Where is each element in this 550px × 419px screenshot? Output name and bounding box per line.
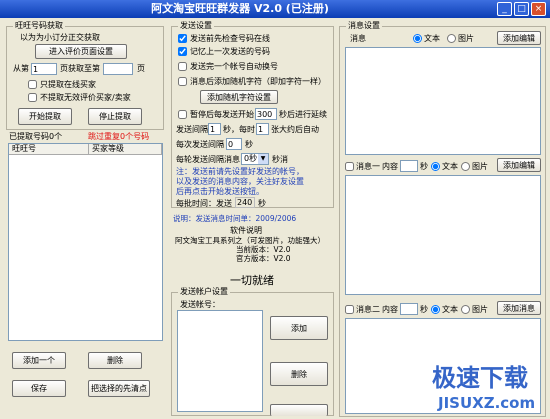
message2-unit: 秒	[420, 305, 428, 314]
round-wait-suffix: 秒消	[272, 155, 288, 164]
message2-image-label: 图片	[472, 305, 488, 314]
from-page-label: 从第	[13, 64, 29, 73]
send-note-line-3: 后再点击开始发送按钮。	[176, 187, 264, 196]
skipped-count-label: 跳过重复0个号码	[88, 132, 150, 141]
grabbed-count-label: 已提取号码0个	[9, 132, 63, 141]
skip-invalid-label: 不提取无效评价买家/卖家	[40, 93, 131, 102]
account-group-title: 发送帐户设置	[178, 286, 230, 297]
message1-checkbox[interactable]	[345, 162, 354, 171]
message2-delay-label: 内容	[382, 305, 398, 314]
clear-selected-button[interactable]: 把选择的先清点	[88, 380, 150, 397]
skip-invalid-checkbox[interactable]	[28, 93, 37, 102]
status-text: 一切就绪	[230, 274, 274, 287]
message1-image-label: 图片	[472, 162, 488, 171]
add-account-button[interactable]: 添加	[270, 316, 328, 340]
auto-switch-label: 发送完一个帐号自动换号	[190, 62, 278, 71]
message2-add-button[interactable]: 添加消息	[497, 301, 541, 315]
number-list[interactable]: 旺旺号 买家等级	[8, 143, 163, 341]
remember-last-label: 记忆上一次发送的号码	[190, 47, 270, 56]
page-suffix: 页	[137, 64, 145, 73]
to-page-label: 页获取至第	[60, 64, 100, 73]
interval-mid: 秒，每时	[223, 125, 255, 134]
delete-account-button[interactable]: 删除	[270, 362, 328, 386]
window-title: 阿文淘宝旺旺群发器 V2.0 (已注册)	[151, 2, 329, 15]
official-version: 官方版本：V2.0	[236, 254, 291, 263]
from-page-input[interactable]	[31, 63, 57, 75]
check-online-label: 发送前先检查号码在线	[190, 34, 270, 43]
send-settings-title: 发送设置	[178, 20, 214, 31]
to-page-input[interactable]	[103, 63, 133, 75]
column-header-level[interactable]: 买家等级	[89, 144, 162, 155]
message1-label: 消息一	[356, 162, 380, 171]
title-bar[interactable]: 阿文淘宝旺旺群发器 V2.0 (已注册) _ □ ×	[0, 0, 550, 18]
each-interval-label: 每次发送间隔	[176, 140, 224, 149]
only-online-label: 只提取在线买家	[40, 80, 96, 89]
message1-edit-button[interactable]: 添加编辑	[497, 158, 541, 172]
message2-checkbox[interactable]	[345, 305, 354, 314]
message2-delay-input[interactable]	[400, 303, 418, 315]
pause-checkbox[interactable]	[178, 110, 187, 119]
interval-input-2[interactable]	[256, 123, 269, 135]
minimize-button[interactable]: _	[497, 2, 512, 16]
watermark-logo-cn: 极速下载	[432, 364, 528, 392]
message1-text-radio[interactable]	[431, 162, 440, 171]
round-wait-select[interactable]: 0秒 ▼	[241, 153, 269, 165]
message1-unit: 秒	[420, 162, 428, 171]
message-group-title: 消息设置	[346, 20, 382, 31]
start-send-button[interactable]	[270, 404, 328, 416]
send-time-note: 说明：发送消息时间单：2009/2006	[173, 214, 297, 223]
random-chars-checkbox[interactable]	[178, 77, 187, 86]
message1-delay-input[interactable]	[400, 160, 418, 172]
main-edit-button[interactable]: 添加编辑	[497, 31, 541, 45]
message2-label: 消息二	[356, 305, 380, 314]
grab-hint: 以为为小订分正交获取	[20, 33, 100, 42]
batch-label: 每批时间：发送	[176, 199, 232, 208]
main-image-radio[interactable]	[447, 34, 456, 43]
message1-delay-label: 内容	[382, 162, 398, 171]
close-button[interactable]: ×	[531, 2, 546, 16]
main-message-label: 消息	[350, 34, 366, 43]
main-message-textarea[interactable]	[345, 47, 541, 155]
start-grab-button[interactable]: 开始提取	[18, 108, 72, 125]
random-chars-label: 消息后添加随机字符（即加字符一样）	[190, 77, 326, 86]
watermark-logo-en: JISUXZ.com	[438, 394, 536, 412]
batch-suffix: 秒	[258, 199, 266, 208]
message2-text-label: 文本	[442, 305, 458, 314]
grab-group-title: 旺旺号码获取	[13, 20, 65, 31]
main-text-radio[interactable]	[413, 34, 422, 43]
maximize-button[interactable]: □	[514, 2, 529, 16]
stop-grab-button[interactable]: 停止提取	[88, 108, 142, 125]
pause-label: 暂停后每发送开始	[190, 110, 254, 119]
enter-review-page-button[interactable]: 进入评价页面设置	[35, 44, 127, 59]
round-wait-label: 每轮发送间隔消息	[176, 155, 240, 164]
interval-input-1[interactable]	[208, 123, 221, 135]
message1-text-label: 文本	[442, 162, 458, 171]
main-text-label: 文本	[424, 34, 440, 43]
account-textarea[interactable]	[177, 310, 263, 412]
auto-switch-checkbox[interactable]	[178, 62, 187, 71]
check-online-checkbox[interactable]	[178, 34, 187, 43]
main-image-label: 图片	[458, 34, 474, 43]
pause-input[interactable]	[255, 108, 277, 120]
account-label: 发送帐号：	[180, 300, 220, 309]
interval-suffix: 张大约后自动	[271, 125, 319, 134]
each-interval-suffix: 秒	[245, 140, 253, 149]
round-wait-value: 0秒	[244, 154, 258, 163]
message1-image-radio[interactable]	[461, 162, 470, 171]
chevron-down-icon[interactable]: ▼	[258, 154, 268, 164]
message2-text-radio[interactable]	[431, 305, 440, 314]
each-interval-input[interactable]	[226, 138, 242, 150]
delete-number-button[interactable]: 删除	[88, 352, 142, 369]
random-chars-settings-button[interactable]: 添加随机字符设置	[200, 90, 278, 104]
pause-suffix: 秒后进行延续	[279, 110, 327, 119]
message2-image-radio[interactable]	[461, 305, 470, 314]
only-online-checkbox[interactable]	[28, 80, 37, 89]
save-numbers-button[interactable]: 保存	[12, 380, 66, 397]
interval-label: 发送间隔	[176, 125, 208, 134]
remember-last-checkbox[interactable]	[178, 47, 187, 56]
add-one-button[interactable]: 添加一个	[12, 352, 66, 369]
message1-textarea[interactable]	[345, 175, 541, 295]
batch-input[interactable]	[235, 197, 255, 208]
column-header-wangwang[interactable]: 旺旺号	[9, 144, 89, 155]
